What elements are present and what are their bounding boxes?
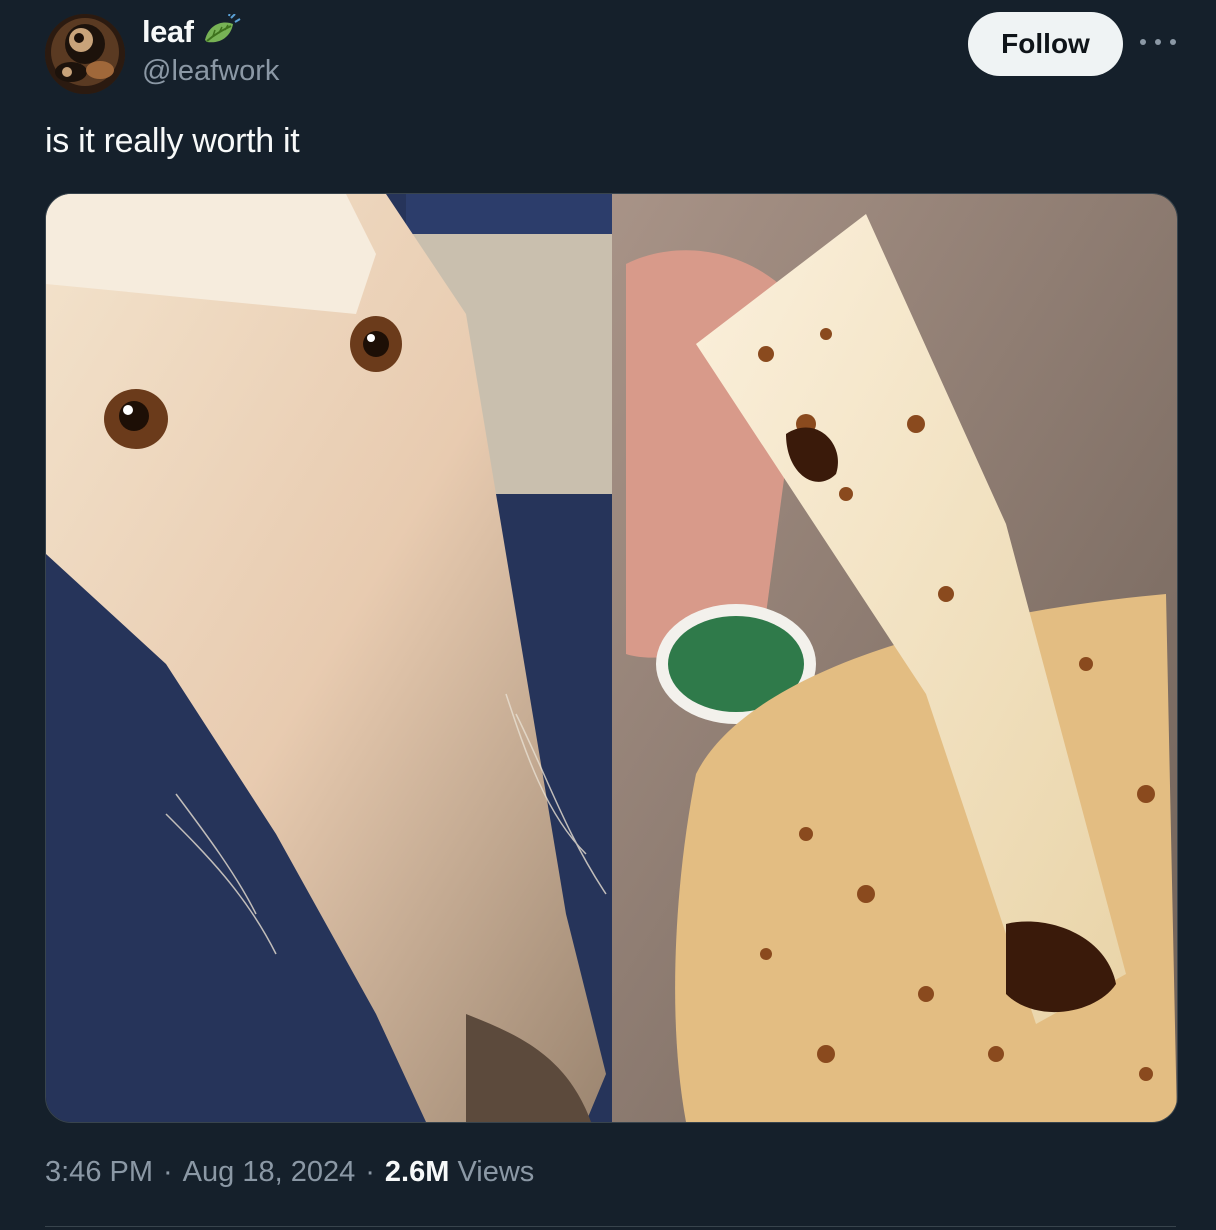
author-handle[interactable]: @leafwork (142, 55, 279, 88)
author-name-row: leaf (142, 11, 241, 50)
tweet-date[interactable]: Aug 18, 2024 (183, 1156, 356, 1189)
avatar-image (45, 14, 125, 94)
tweet-meta: 3:46 PM · Aug 18, 2024 · 2.6M Views (45, 1156, 534, 1189)
views-label: Views (457, 1156, 535, 1188)
avatar[interactable] (45, 14, 125, 94)
leaf-emoji-icon (201, 11, 241, 50)
follow-button[interactable]: Follow (968, 12, 1123, 76)
tweet-text: is it really worth it (45, 122, 300, 160)
author-display-name[interactable]: leaf (142, 14, 194, 50)
divider (45, 1226, 1176, 1227)
more-horizontal-icon[interactable] (1140, 30, 1176, 54)
dog-panel (46, 194, 612, 1122)
tweet-media[interactable] (45, 193, 1178, 1123)
meta-separator: · (365, 1156, 375, 1188)
breadstick-panel (612, 194, 1177, 1122)
tweet-time[interactable]: 3:46 PM (45, 1156, 153, 1189)
meta-separator: · (163, 1156, 173, 1188)
tweet: leaf @leafwork Follow is it really worth… (0, 0, 1216, 1230)
media-image (46, 194, 1177, 1122)
views-count: 2.6M (384, 1156, 450, 1188)
